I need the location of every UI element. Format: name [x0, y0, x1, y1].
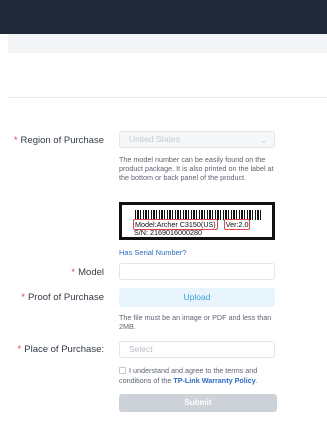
model-input[interactable] [119, 263, 275, 280]
required-asterisk: * [13, 135, 18, 146]
agreement-text: I understand and agree to the terms and … [119, 366, 277, 385]
has-serial-number-link[interactable]: Has Serial Number? [119, 248, 187, 257]
place-select-placeholder: Select [129, 344, 153, 354]
region-label-text: Region of Purchase [20, 135, 104, 146]
upload-button[interactable]: Upload [119, 288, 275, 307]
submit-button[interactable]: Submit [119, 394, 277, 412]
secondary-bar [8, 34, 327, 53]
product-label-sample-inner: Model:Archer C3150(US) Ver:2.0 S/N: 2169… [122, 205, 272, 237]
warranty-form-page: * Region of Purchase United States ⌄ The … [0, 0, 327, 441]
agreement-text-end: . [255, 375, 258, 385]
product-label-sample-image: Model:Archer C3150(US) Ver:2.0 S/N: 2169… [119, 202, 275, 240]
place-label: * Place of Purchase: [18, 344, 104, 355]
top-navigation-bar [0, 0, 327, 34]
model-help-text: The model number can be easily found on … [119, 155, 274, 183]
place-label-text: Place of Purchase: [24, 344, 104, 355]
region-select[interactable]: United States ⌄ [119, 131, 275, 148]
sample-version-highlight: Ver:2.0 [223, 219, 251, 230]
required-asterisk: * [71, 267, 76, 278]
region-label: * Region of Purchase [14, 135, 104, 146]
sample-model-suffix: (US) [200, 220, 216, 229]
proof-label: * Proof of Purchase [21, 292, 104, 303]
proof-label-text: Proof of Purchase [27, 292, 104, 303]
chevron-down-icon: ⌄ [260, 136, 267, 145]
region-select-value: United States [129, 134, 181, 144]
required-asterisk: * [17, 344, 22, 355]
required-asterisk: * [21, 292, 25, 303]
model-label-text: Model [78, 267, 104, 278]
file-requirement-text: The file must be an image or PDF and les… [119, 313, 272, 332]
model-label: * Model [71, 267, 104, 278]
sample-serial-line: S/N: 2169016000280 [134, 228, 202, 237]
place-select[interactable]: Select [119, 341, 275, 358]
warranty-policy-link[interactable]: TP-Link Warranty Policy [173, 376, 255, 385]
section-divider [8, 97, 327, 98]
